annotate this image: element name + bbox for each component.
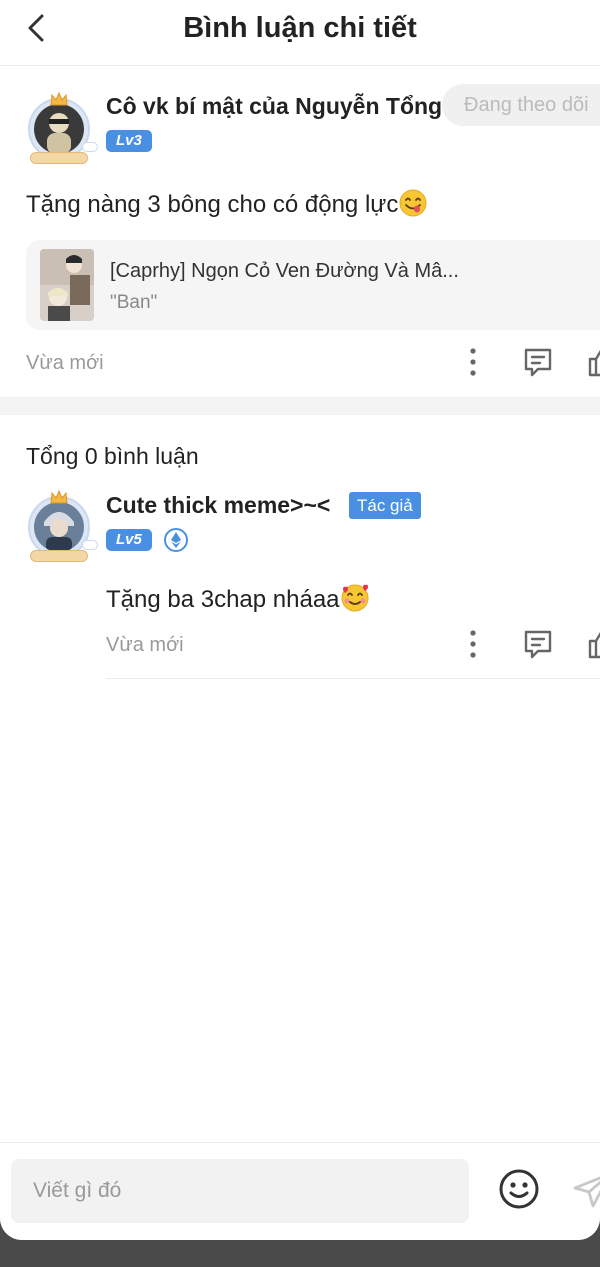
- page-title: Bình luận chi tiết: [183, 12, 417, 44]
- reply-text: Tặng ba 3chap nháaa: [106, 583, 370, 614]
- avatar[interactable]: [22, 92, 98, 166]
- reply-timestamp: Vừa mới: [106, 634, 184, 656]
- comment-detail-screen: Bình luận chi tiết Cô vk bí mật của Nguy…: [0, 0, 600, 1240]
- book-title: [Caprhy] Ngọn Cỏ Ven Đường Và Mâ...: [110, 260, 459, 282]
- comment-icon[interactable]: [521, 627, 555, 661]
- smiley-icon[interactable]: [497, 1167, 541, 1211]
- crown-icon: [50, 490, 68, 504]
- reply-divider: [106, 678, 600, 679]
- yum-emoji-icon: [399, 189, 427, 217]
- reply-avatar-photo: [34, 502, 84, 552]
- send-icon[interactable]: [572, 1171, 600, 1209]
- more-vertical-icon[interactable]: [456, 345, 490, 379]
- book-cover: [40, 249, 94, 321]
- more-vertical-icon[interactable]: [456, 627, 490, 661]
- comment-composer: [0, 1142, 600, 1240]
- comment-text: Tặng nàng 3 bông cho có động lực: [26, 188, 428, 219]
- heart-eyes-emoji-icon: [341, 584, 369, 612]
- like-icon[interactable]: [586, 345, 600, 379]
- comment-icon[interactable]: [521, 345, 555, 379]
- comment-input[interactable]: [11, 1159, 469, 1223]
- username[interactable]: Cô vk bí mật của Nguyễn Tổng~: [106, 93, 456, 120]
- like-icon[interactable]: [586, 627, 600, 661]
- timestamp: Vừa mới: [26, 352, 104, 374]
- following-button[interactable]: Đang theo dõi: [442, 84, 600, 126]
- avatar-photo: [34, 104, 84, 154]
- book-card[interactable]: [Caprhy] Ngọn Cỏ Ven Đường Và Mâ... "Ban…: [26, 240, 600, 330]
- ethereum-icon: [164, 528, 188, 552]
- author-tag: Tác giả: [349, 492, 421, 519]
- header: Bình luận chi tiết: [0, 0, 600, 66]
- section-divider: [0, 397, 600, 415]
- reply-level-badge: Lv5: [106, 529, 152, 551]
- crown-icon: [50, 92, 68, 106]
- reply-count-label: Tổng 0 bình luận: [26, 443, 199, 469]
- book-chapter: "Ban": [110, 292, 158, 313]
- level-badge: Lv3: [106, 130, 152, 152]
- reply-username[interactable]: Cute thick meme>~<: [106, 492, 330, 519]
- reply-avatar[interactable]: [22, 490, 98, 564]
